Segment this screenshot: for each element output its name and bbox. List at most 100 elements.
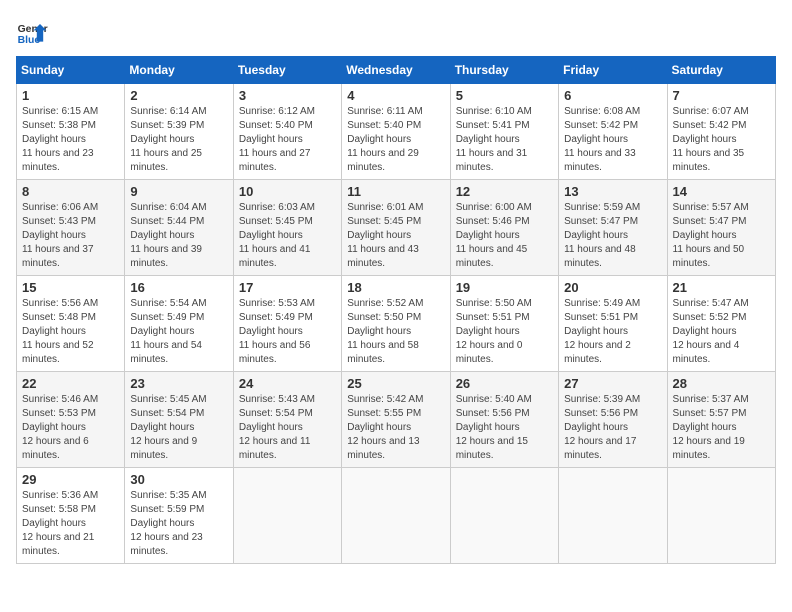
calendar-cell (559, 468, 667, 564)
day-info: Sunrise: 5:35 AM Sunset: 5:59 PM Dayligh… (130, 489, 227, 559)
logo: General Blue (16, 16, 48, 48)
day-info: Sunrise: 5:36 AM Sunset: 5:58 PM Dayligh… (22, 489, 119, 559)
day-info: Sunrise: 5:42 AM Sunset: 5:55 PM Dayligh… (347, 393, 444, 463)
calendar-cell: 5 Sunrise: 6:10 AM Sunset: 5:41 PM Dayli… (450, 84, 558, 180)
calendar-cell (450, 468, 558, 564)
calendar-row: 1 Sunrise: 6:15 AM Sunset: 5:38 PM Dayli… (17, 84, 776, 180)
calendar-row: 15 Sunrise: 5:56 AM Sunset: 5:48 PM Dayl… (17, 276, 776, 372)
day-info: Sunrise: 5:40 AM Sunset: 5:56 PM Dayligh… (456, 393, 553, 463)
calendar-cell: 3 Sunrise: 6:12 AM Sunset: 5:40 PM Dayli… (233, 84, 341, 180)
day-number: 2 (130, 88, 227, 103)
day-number: 19 (456, 280, 553, 295)
day-info: Sunrise: 5:45 AM Sunset: 5:54 PM Dayligh… (130, 393, 227, 463)
day-info: Sunrise: 5:49 AM Sunset: 5:51 PM Dayligh… (564, 297, 661, 367)
day-info: Sunrise: 5:39 AM Sunset: 5:56 PM Dayligh… (564, 393, 661, 463)
calendar-cell: 12 Sunrise: 6:00 AM Sunset: 5:46 PM Dayl… (450, 180, 558, 276)
calendar-cell: 7 Sunrise: 6:07 AM Sunset: 5:42 PM Dayli… (667, 84, 775, 180)
calendar-cell: 13 Sunrise: 5:59 AM Sunset: 5:47 PM Dayl… (559, 180, 667, 276)
calendar-cell (342, 468, 450, 564)
day-number: 11 (347, 184, 444, 199)
calendar-cell: 17 Sunrise: 5:53 AM Sunset: 5:49 PM Dayl… (233, 276, 341, 372)
day-info: Sunrise: 6:08 AM Sunset: 5:42 PM Dayligh… (564, 105, 661, 175)
day-number: 20 (564, 280, 661, 295)
day-number: 3 (239, 88, 336, 103)
calendar-cell (233, 468, 341, 564)
day-info: Sunrise: 5:57 AM Sunset: 5:47 PM Dayligh… (673, 201, 770, 271)
day-number: 28 (673, 376, 770, 391)
calendar-cell: 18 Sunrise: 5:52 AM Sunset: 5:50 PM Dayl… (342, 276, 450, 372)
calendar-cell: 30 Sunrise: 5:35 AM Sunset: 5:59 PM Dayl… (125, 468, 233, 564)
day-info: Sunrise: 5:53 AM Sunset: 5:49 PM Dayligh… (239, 297, 336, 367)
day-info: Sunrise: 5:50 AM Sunset: 5:51 PM Dayligh… (456, 297, 553, 367)
calendar-cell: 16 Sunrise: 5:54 AM Sunset: 5:49 PM Dayl… (125, 276, 233, 372)
day-info: Sunrise: 6:07 AM Sunset: 5:42 PM Dayligh… (673, 105, 770, 175)
calendar-row: 22 Sunrise: 5:46 AM Sunset: 5:53 PM Dayl… (17, 372, 776, 468)
weekday-header-thursday: Thursday (450, 57, 558, 84)
weekday-header-row: SundayMondayTuesdayWednesdayThursdayFrid… (17, 57, 776, 84)
weekday-header-wednesday: Wednesday (342, 57, 450, 84)
day-number: 29 (22, 472, 119, 487)
day-number: 17 (239, 280, 336, 295)
day-number: 10 (239, 184, 336, 199)
calendar-cell: 29 Sunrise: 5:36 AM Sunset: 5:58 PM Dayl… (17, 468, 125, 564)
calendar-cell: 28 Sunrise: 5:37 AM Sunset: 5:57 PM Dayl… (667, 372, 775, 468)
day-info: Sunrise: 6:14 AM Sunset: 5:39 PM Dayligh… (130, 105, 227, 175)
weekday-header-sunday: Sunday (17, 57, 125, 84)
day-number: 15 (22, 280, 119, 295)
calendar-cell: 20 Sunrise: 5:49 AM Sunset: 5:51 PM Dayl… (559, 276, 667, 372)
day-number: 12 (456, 184, 553, 199)
calendar-cell: 27 Sunrise: 5:39 AM Sunset: 5:56 PM Dayl… (559, 372, 667, 468)
day-info: Sunrise: 5:43 AM Sunset: 5:54 PM Dayligh… (239, 393, 336, 463)
day-number: 9 (130, 184, 227, 199)
day-number: 8 (22, 184, 119, 199)
day-number: 16 (130, 280, 227, 295)
calendar-cell: 4 Sunrise: 6:11 AM Sunset: 5:40 PM Dayli… (342, 84, 450, 180)
day-info: Sunrise: 6:10 AM Sunset: 5:41 PM Dayligh… (456, 105, 553, 175)
calendar-cell: 26 Sunrise: 5:40 AM Sunset: 5:56 PM Dayl… (450, 372, 558, 468)
day-info: Sunrise: 6:15 AM Sunset: 5:38 PM Dayligh… (22, 105, 119, 175)
day-number: 18 (347, 280, 444, 295)
day-info: Sunrise: 5:47 AM Sunset: 5:52 PM Dayligh… (673, 297, 770, 367)
calendar-cell: 24 Sunrise: 5:43 AM Sunset: 5:54 PM Dayl… (233, 372, 341, 468)
calendar-cell: 9 Sunrise: 6:04 AM Sunset: 5:44 PM Dayli… (125, 180, 233, 276)
calendar-cell: 11 Sunrise: 6:01 AM Sunset: 5:45 PM Dayl… (342, 180, 450, 276)
day-number: 6 (564, 88, 661, 103)
day-info: Sunrise: 6:03 AM Sunset: 5:45 PM Dayligh… (239, 201, 336, 271)
calendar-cell: 8 Sunrise: 6:06 AM Sunset: 5:43 PM Dayli… (17, 180, 125, 276)
logo-icon: General Blue (16, 16, 48, 48)
calendar-table: SundayMondayTuesdayWednesdayThursdayFrid… (16, 56, 776, 564)
calendar-cell: 19 Sunrise: 5:50 AM Sunset: 5:51 PM Dayl… (450, 276, 558, 372)
day-info: Sunrise: 6:12 AM Sunset: 5:40 PM Dayligh… (239, 105, 336, 175)
calendar-row: 8 Sunrise: 6:06 AM Sunset: 5:43 PM Dayli… (17, 180, 776, 276)
day-number: 30 (130, 472, 227, 487)
day-number: 7 (673, 88, 770, 103)
day-number: 14 (673, 184, 770, 199)
day-number: 4 (347, 88, 444, 103)
day-number: 22 (22, 376, 119, 391)
calendar-cell: 1 Sunrise: 6:15 AM Sunset: 5:38 PM Dayli… (17, 84, 125, 180)
day-info: Sunrise: 6:11 AM Sunset: 5:40 PM Dayligh… (347, 105, 444, 175)
calendar-cell: 6 Sunrise: 6:08 AM Sunset: 5:42 PM Dayli… (559, 84, 667, 180)
calendar-cell: 10 Sunrise: 6:03 AM Sunset: 5:45 PM Dayl… (233, 180, 341, 276)
day-number: 23 (130, 376, 227, 391)
day-number: 1 (22, 88, 119, 103)
day-number: 13 (564, 184, 661, 199)
day-info: Sunrise: 6:01 AM Sunset: 5:45 PM Dayligh… (347, 201, 444, 271)
day-info: Sunrise: 5:56 AM Sunset: 5:48 PM Dayligh… (22, 297, 119, 367)
calendar-cell: 2 Sunrise: 6:14 AM Sunset: 5:39 PM Dayli… (125, 84, 233, 180)
day-info: Sunrise: 6:06 AM Sunset: 5:43 PM Dayligh… (22, 201, 119, 271)
weekday-header-tuesday: Tuesday (233, 57, 341, 84)
day-info: Sunrise: 6:04 AM Sunset: 5:44 PM Dayligh… (130, 201, 227, 271)
calendar-cell: 25 Sunrise: 5:42 AM Sunset: 5:55 PM Dayl… (342, 372, 450, 468)
day-number: 5 (456, 88, 553, 103)
calendar-cell: 15 Sunrise: 5:56 AM Sunset: 5:48 PM Dayl… (17, 276, 125, 372)
calendar-row: 29 Sunrise: 5:36 AM Sunset: 5:58 PM Dayl… (17, 468, 776, 564)
calendar-cell: 23 Sunrise: 5:45 AM Sunset: 5:54 PM Dayl… (125, 372, 233, 468)
day-number: 21 (673, 280, 770, 295)
day-number: 27 (564, 376, 661, 391)
day-info: Sunrise: 5:46 AM Sunset: 5:53 PM Dayligh… (22, 393, 119, 463)
day-info: Sunrise: 5:37 AM Sunset: 5:57 PM Dayligh… (673, 393, 770, 463)
page-header: General Blue (16, 16, 776, 48)
day-number: 24 (239, 376, 336, 391)
calendar-cell: 14 Sunrise: 5:57 AM Sunset: 5:47 PM Dayl… (667, 180, 775, 276)
